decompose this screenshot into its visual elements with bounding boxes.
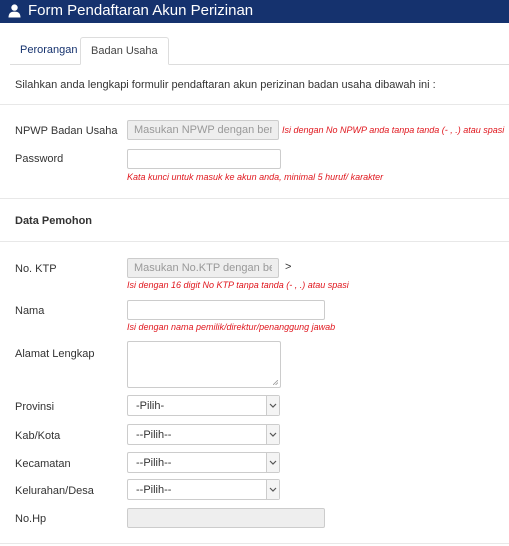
ktp-label: No. KTP [15,263,57,275]
alamat-textarea[interactable] [127,341,281,388]
kecamatan-select[interactable]: --Pilih-- [127,452,280,473]
provinsi-label: Provinsi [15,401,55,413]
chevron-down-icon [266,396,279,415]
tab-perorangan[interactable]: Perorangan [10,37,88,63]
chevron-down-icon [266,480,279,499]
npwp-label: NPWP Badan Usaha [15,125,118,137]
provinsi-select[interactable]: -Pilih- [127,395,280,416]
divider [0,104,509,105]
alamat-label: Alamat Lengkap [15,348,95,360]
ktp-hint: Isi dengan 16 digit No KTP tanpa tanda (… [127,280,349,290]
section-title: Data Pemohon [15,215,93,227]
nohp-input[interactable] [127,508,325,528]
page-title: Form Pendaftaran Akun Perizinan [28,2,254,19]
kecamatan-selected: --Pilih-- [136,457,172,469]
chevron-down-icon [266,453,279,472]
kelurahan-label: Kelurahan/Desa [15,485,94,497]
chevron-down-icon [266,425,279,444]
user-icon [8,4,21,18]
nama-input[interactable] [127,300,325,320]
provinsi-selected: -Pilih- [136,400,165,412]
npwp-hint: Isi dengan No NPWP anda tanpa tanda (- ,… [282,125,505,135]
nohp-label: No.Hp [15,513,47,525]
password-label: Password [15,153,64,165]
resize-grip-icon[interactable] [273,380,278,385]
ktp-suffix: > [285,261,292,273]
kecamatan-label: Kecamatan [15,458,71,470]
divider [0,241,509,242]
tab-bar: Perorangan Badan Usaha [10,37,509,65]
kabkota-select[interactable]: --Pilih-- [127,424,280,445]
intro-text: Silahkan anda lengkapi formulir pendafta… [15,79,436,91]
nama-label: Nama [15,305,45,317]
page-header: Form Pendaftaran Akun Perizinan [0,0,509,23]
kabkota-label: Kab/Kota [15,430,61,442]
divider [0,543,509,544]
password-input[interactable] [127,149,281,169]
tab-badan-usaha[interactable]: Badan Usaha [80,37,169,65]
password-hint: Kata kunci untuk masuk ke akun anda, min… [127,172,384,182]
nama-hint: Isi dengan nama pemilik/direktur/penangg… [127,322,336,332]
divider [0,198,509,199]
ktp-input[interactable] [127,258,279,278]
npwp-input[interactable] [127,120,279,140]
kelurahan-selected: --Pilih-- [136,484,172,496]
kabkota-selected: --Pilih-- [136,429,172,441]
kelurahan-select[interactable]: --Pilih-- [127,479,280,500]
